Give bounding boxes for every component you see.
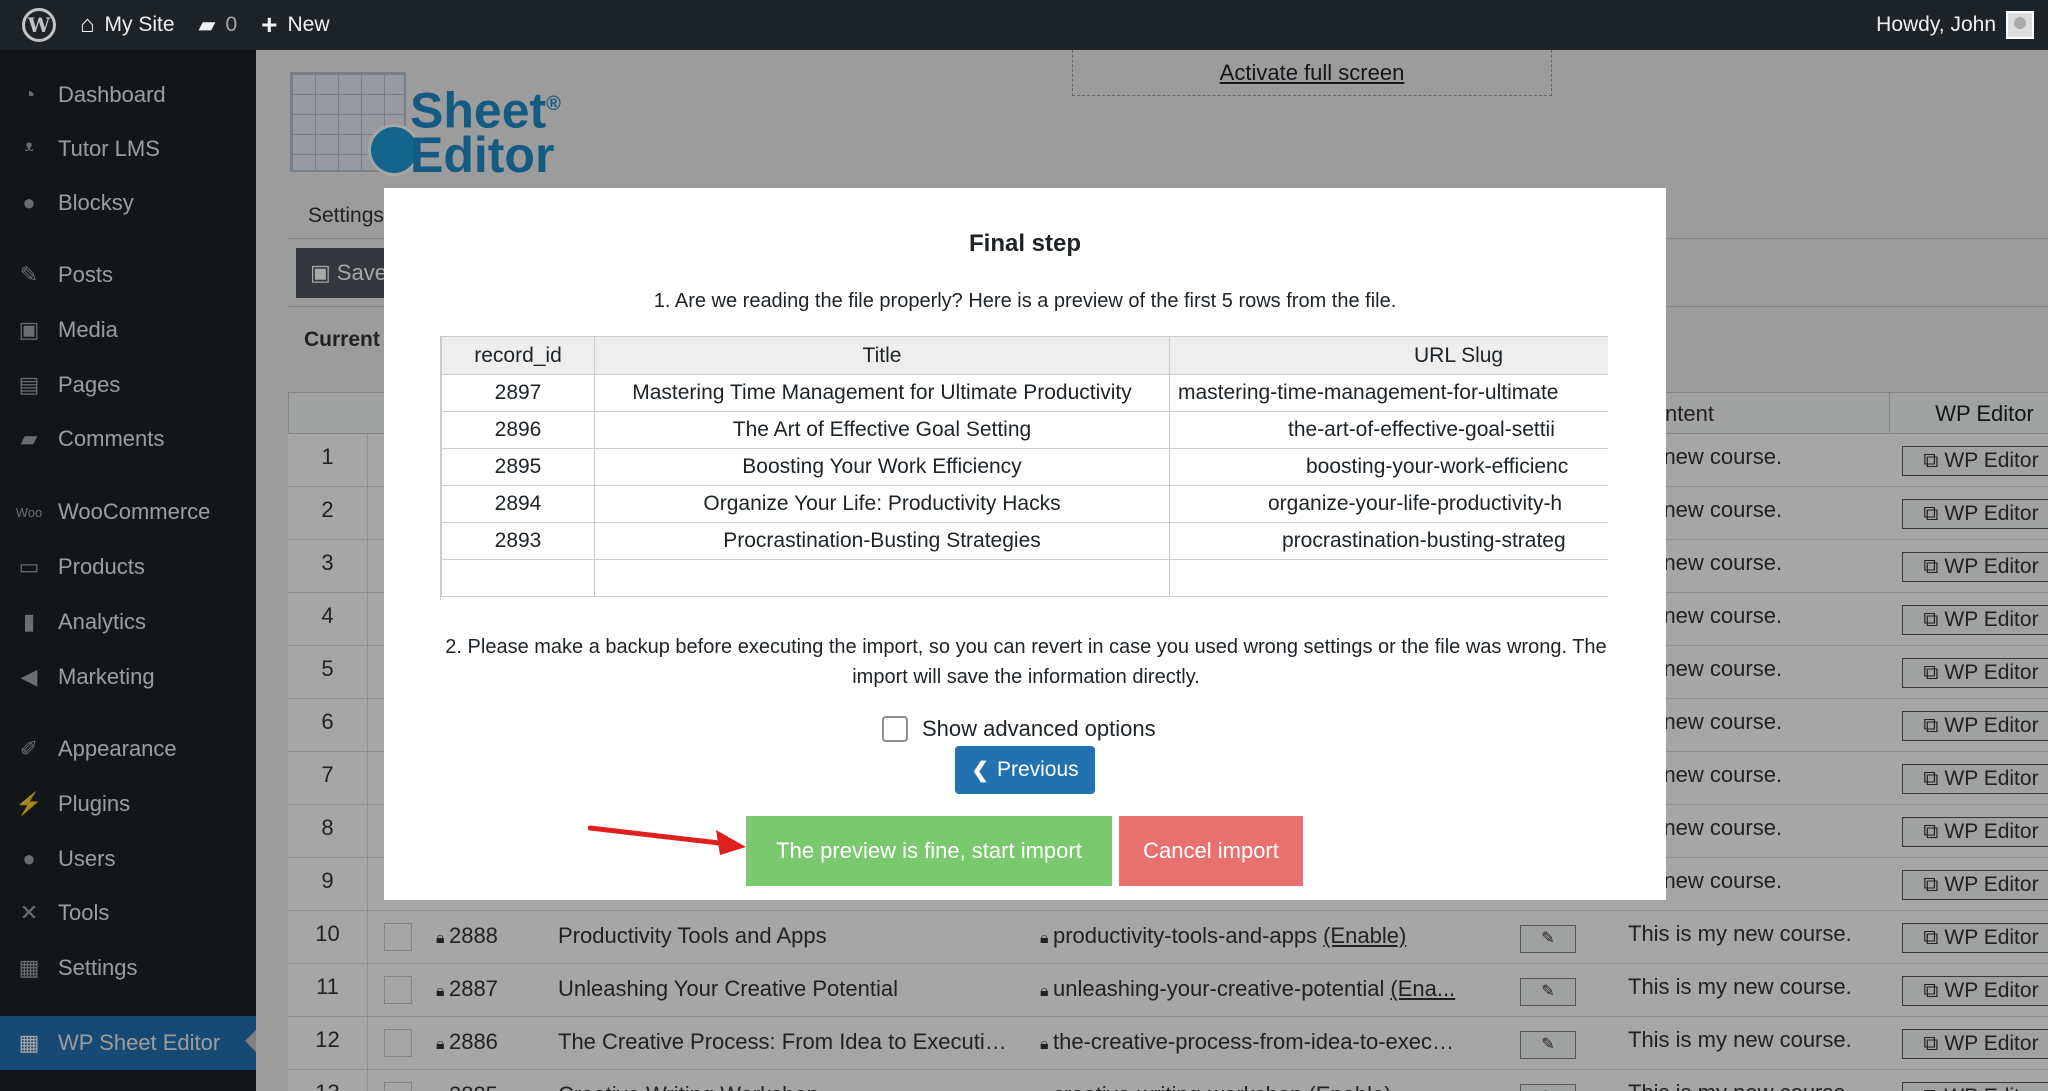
table-row: 2895 Boosting Your Work Efficiency boostin… [441,448,1608,486]
account-menu[interactable]: Howdy, John [1864,0,2048,50]
site-name: My Site [104,13,175,36]
red-arrow-icon [588,825,746,855]
step2-text: 2. Please make a backup before executing… [445,636,1607,688]
table-row: 2897 Mastering Time Management for Ultima… [441,374,1608,412]
preview-table: record_id Title URL Slug 2897 Mastering T… [441,336,1608,597]
advanced-options-checkbox[interactable] [882,716,908,742]
table-row: 2896 The Art of Effective Goal Setting the… [441,411,1608,449]
chevron-left-icon: ❮ [971,758,989,782]
start-import-button[interactable]: The preview is fine, start import [746,816,1112,886]
preview-table-wrap[interactable]: record_id Title URL Slug 2897 Mastering T… [440,336,1608,600]
greeting: Howdy, John [1876,13,1996,36]
wp-logo-menu[interactable]: W [0,0,68,50]
new-content-link[interactable]: + New [249,0,341,50]
table-row: 2893 Procrastination-Busting Strategies pr… [441,522,1608,560]
header-record-id: record_id [441,336,595,375]
cancel-import-button[interactable]: Cancel import [1119,816,1303,886]
comment-bubble-icon: ▰ [198,12,216,37]
new-label: New [287,13,330,36]
advanced-options-toggle[interactable]: Show advanced options [882,716,1156,742]
plus-icon: + [261,9,278,40]
table-row: 2894 Organize Your Life: Productivity Hac… [441,485,1608,523]
import-modal: Final step 1. Are we reading the file pr… [384,188,1666,900]
table-row [441,559,1608,597]
comments-link[interactable]: ▰ 0 [187,0,250,50]
home-icon: ⌂ [80,11,95,38]
modal-title: Final step [968,230,1082,257]
avatar [2006,11,2034,39]
admin-bar: W ⌂ My Site ▰ 0 + New Howdy, John [0,0,2048,50]
step1-text: 1. Are we reading the file properly? Her… [653,290,1397,312]
wordpress-logo-icon: W [22,8,56,42]
comments-count: 0 [225,13,238,36]
previous-button[interactable]: ❮ Previous [955,746,1095,794]
header-url-slug: URL Slug [1169,336,1608,375]
site-name-link[interactable]: ⌂ My Site [68,0,187,50]
header-title: Title [594,336,1170,375]
